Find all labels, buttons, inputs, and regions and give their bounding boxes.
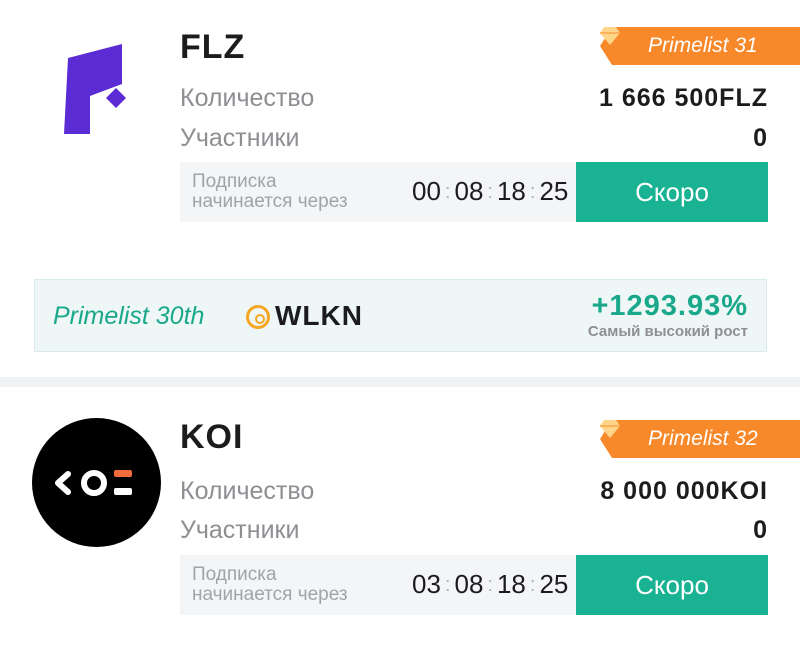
participants-label: Участники	[180, 124, 300, 152]
badge-label: Primelist 31	[648, 34, 758, 57]
timer-minutes: 18	[496, 569, 526, 599]
subscription-label-line1: Подписка	[192, 171, 277, 192]
promo-token: WLKN	[275, 300, 363, 331]
timer-days: 00	[412, 176, 441, 206]
promo-growth-label: Самый высокий рост	[587, 323, 748, 340]
timer-hours: 08	[454, 569, 484, 599]
timer-days: 03	[412, 569, 441, 599]
participants-value: 0	[753, 516, 768, 544]
token-name: FLZ	[180, 28, 246, 66]
timer-seconds: 25	[539, 569, 569, 599]
countdown-timer: 03:08:18:25	[412, 569, 569, 599]
primelist-badge: Primelist 32	[600, 420, 800, 458]
countdown-timer: 00:08:18:25	[412, 176, 569, 206]
timer-minutes: 18	[496, 176, 526, 206]
quantity-value: 1 666 500FLZ	[598, 84, 768, 112]
timer-seconds: 25	[539, 176, 569, 206]
token-name: KOI	[180, 418, 244, 456]
diamond-icon	[600, 420, 620, 438]
badge-label: Primelist 32	[648, 427, 758, 450]
participants-value: 0	[753, 124, 768, 152]
diamond-icon	[600, 27, 620, 45]
soon-button[interactable]: Скоро	[576, 162, 768, 222]
timer-hours: 08	[454, 176, 484, 206]
subscription-label-line2: начинается через	[192, 191, 348, 212]
subscription-label: Подписка начинается через	[192, 172, 348, 212]
section-divider	[0, 377, 800, 387]
soon-button[interactable]: Скоро	[576, 555, 768, 615]
listing-card-flz[interactable]: FLZ Primelist 31 Количество 1 666 500FLZ…	[0, 0, 800, 262]
koi-logo-icon	[32, 418, 161, 547]
subscription-countdown: Подписка начинается через 03:08:18:25 Ск…	[180, 555, 768, 615]
primelist-badge: Primelist 31	[600, 27, 800, 65]
subscription-label: Подписка начинается через	[192, 565, 348, 605]
participants-label: Участники	[180, 516, 300, 544]
flz-logo-icon	[56, 40, 140, 140]
promo-banner[interactable]: Primelist 30th WLKN +1293.93% Самый высо…	[34, 279, 767, 352]
subscription-label-line2: начинается через	[192, 584, 348, 605]
quantity-label: Количество	[180, 84, 315, 112]
subscription-label-line1: Подписка	[192, 564, 277, 585]
wlkn-coin-icon	[246, 305, 270, 329]
quantity-label: Количество	[180, 477, 315, 505]
promo-growth: +1293.93%	[591, 290, 748, 322]
subscription-countdown: Подписка начинается через 00:08:18:25 Ск…	[180, 162, 768, 222]
quantity-value: 8 000 000KOI	[600, 477, 768, 505]
promo-title: Primelist 30th	[53, 302, 205, 330]
